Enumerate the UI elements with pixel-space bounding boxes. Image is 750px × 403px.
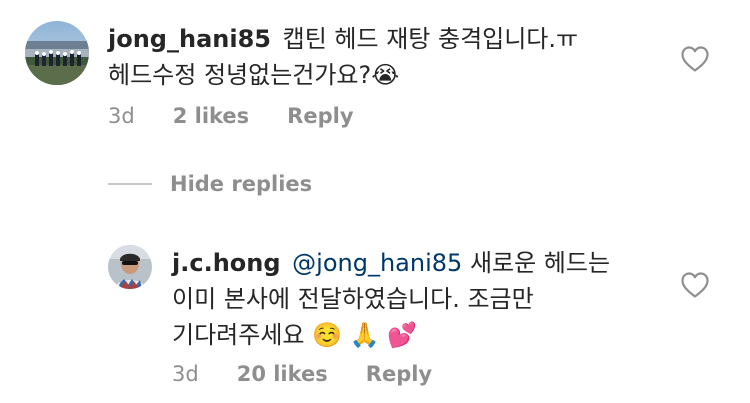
reply-body: j.c.hong @jong_hani85 새로운 헤드는 이미 본사에 전달하… — [172, 245, 642, 353]
reply-username[interactable]: j.c.hong — [172, 249, 281, 277]
heart-outline-icon[interactable] — [681, 272, 709, 298]
comment-meta: 3d 2 likes Reply — [108, 104, 392, 128]
hide-replies-toggle[interactable]: Hide replies — [108, 172, 312, 196]
heart-outline-icon[interactable] — [681, 46, 709, 72]
comment-username[interactable]: jong_hani85 — [108, 25, 271, 53]
reply-button[interactable]: Reply — [287, 104, 353, 128]
divider-line — [108, 183, 152, 185]
reply-likes[interactable]: 20 likes — [237, 362, 328, 386]
comment-time[interactable]: 3d — [108, 104, 135, 128]
comment-likes[interactable]: 2 likes — [173, 104, 249, 128]
reply-meta: 3d 20 likes Reply — [172, 362, 470, 386]
reply-time[interactable]: 3d — [172, 362, 199, 386]
avatar[interactable] — [25, 21, 89, 85]
hide-replies-label: Hide replies — [170, 172, 313, 196]
avatar[interactable] — [108, 245, 152, 289]
comment-body: jong_hani85 캡틴 헤드 재탕 충격입니다.ㅠ 헤드수정 정녕없는건가… — [108, 21, 648, 93]
mention-link[interactable]: @jong_hani85 — [292, 249, 462, 277]
reply-button[interactable]: Reply — [366, 362, 432, 386]
